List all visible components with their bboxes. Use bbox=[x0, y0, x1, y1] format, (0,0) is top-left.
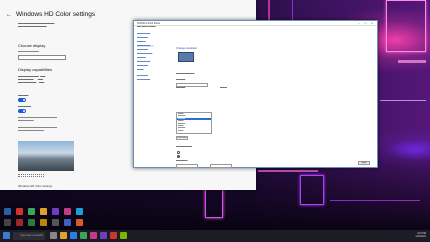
stream-hdr-label: ▬▬▬▬▬ bbox=[18, 105, 31, 108]
tree-item[interactable]: ▬▬▬▬▬▬ bbox=[137, 61, 150, 63]
date-text: 1/22/2021 bbox=[415, 235, 426, 239]
output-format-dropdown[interactable] bbox=[210, 164, 232, 168]
step-label: ▬▬▬▬▬▬▬▬ bbox=[176, 73, 195, 75]
desktop-icon[interactable] bbox=[16, 219, 23, 226]
hdr-info-text: ▬▬▬▬▬▬▬▬▬▬▬▬▬▬▬ ▬▬▬▬▬▬ bbox=[18, 116, 57, 123]
display-capabilities-heading: Display capabilities bbox=[18, 67, 53, 72]
window-controls[interactable]: – □ × bbox=[358, 21, 375, 25]
explorer-icon[interactable] bbox=[60, 232, 67, 239]
brightness-slider[interactable] bbox=[18, 174, 44, 177]
tree-item[interactable]: ▬▬▬ bbox=[137, 69, 144, 71]
tree-item[interactable]: ▬▬▬▬▬ bbox=[137, 37, 148, 39]
desktop-icon[interactable] bbox=[76, 219, 83, 226]
refresh-value: ▬▬▬ bbox=[220, 87, 227, 89]
tree-item[interactable]: ▬▬▬▬ bbox=[137, 57, 146, 59]
desktop-icon[interactable] bbox=[40, 208, 47, 215]
control-panel-window: NVIDIA Control Panel – □ × ▬▬ ▬▬▬ ▬▬▬ ▬▬… bbox=[133, 20, 378, 168]
color-depth-label: ▬▬▬▬▬ bbox=[176, 160, 188, 162]
sidebar-tree: ▬▬▬▬▬▬ ▬▬▬▬▬ ▬▬▬▬ ▬▬▬▬▬▬ ▬▬▬▬▬ ▬▬▬▬▬▬▬ ▬… bbox=[137, 33, 169, 161]
footer-link[interactable]: Windows HD Color settings bbox=[18, 184, 52, 188]
desktop-icons bbox=[4, 188, 90, 230]
tree-item[interactable]: ▬▬▬▬▬ bbox=[137, 75, 148, 77]
menu-bar[interactable]: ▬▬ ▬▬▬ ▬▬▬ bbox=[134, 26, 377, 30]
refresh-label: ▬▬▬▬ bbox=[176, 87, 186, 89]
hdr-toggle[interactable] bbox=[18, 98, 26, 102]
choose-display-heading: Choose display bbox=[18, 43, 46, 48]
color-settings-label: ▬▬▬▬▬▬▬ bbox=[176, 146, 193, 148]
desktop-icon[interactable] bbox=[64, 208, 71, 215]
desktop-icon[interactable] bbox=[28, 219, 35, 226]
nvidia-icon[interactable] bbox=[120, 232, 127, 239]
back-arrow-icon[interactable]: ← bbox=[6, 12, 12, 18]
hdr-label: ▬▬▬▬ bbox=[18, 94, 29, 97]
desktop-icon[interactable] bbox=[4, 208, 11, 215]
clock[interactable]: 4:16 PM 1/22/2021 bbox=[415, 232, 426, 238]
customize-button[interactable]: Customize... bbox=[176, 136, 188, 140]
section-heading: Change resolution bbox=[176, 47, 198, 50]
app-icon[interactable] bbox=[110, 232, 117, 239]
taskview-icon[interactable] bbox=[50, 232, 57, 239]
tree-item[interactable]: ▬▬▬▬ bbox=[137, 41, 146, 43]
desktop-icon[interactable] bbox=[4, 219, 11, 226]
apply-button[interactable]: Apply bbox=[358, 161, 370, 165]
tree-item[interactable]: ▬▬▬▬▬▬▬ bbox=[137, 53, 152, 55]
app-icon[interactable] bbox=[100, 232, 107, 239]
nvidia-color-radio[interactable] bbox=[177, 155, 180, 158]
desktop-icon[interactable] bbox=[28, 208, 35, 215]
start-icon[interactable] bbox=[3, 232, 10, 239]
desktop-icon[interactable] bbox=[52, 219, 59, 226]
taskbar: Type here to search 4:16 PM 1/22/2021 bbox=[0, 230, 430, 242]
default-color-radio[interactable] bbox=[177, 151, 180, 154]
tree-item[interactable]: ▬▬▬▬▬▬ bbox=[137, 33, 150, 35]
stream-hdr-toggle[interactable] bbox=[18, 109, 26, 113]
app-icon[interactable] bbox=[90, 232, 97, 239]
capability-rows: ▬▬▬▬▬▬▬▬ ▬▬ ▬▬▬▬▬▬ ▬▬ ▬▬▬▬▬▬▬ ▬▬ bbox=[18, 75, 46, 85]
tree-item[interactable]: ▬▬▬▬▬ bbox=[137, 65, 148, 67]
color-depth-dropdown[interactable] bbox=[176, 164, 198, 168]
app-icon[interactable] bbox=[80, 232, 87, 239]
desktop-icon[interactable] bbox=[64, 219, 71, 226]
tree-item[interactable]: ▬▬▬▬▬▬ bbox=[137, 79, 150, 81]
resolution-label: ▬▬▬▬ bbox=[176, 79, 186, 81]
desktop-icon[interactable] bbox=[52, 208, 59, 215]
edge-icon[interactable] bbox=[70, 232, 77, 239]
page-title: Windows HD Color settings bbox=[16, 11, 96, 18]
tree-item-selected[interactable]: ▬▬▬▬▬▬ bbox=[137, 45, 155, 47]
desktop-icon[interactable] bbox=[76, 208, 83, 215]
display-select[interactable] bbox=[18, 55, 66, 60]
monitor-icon[interactable] bbox=[178, 52, 194, 62]
search-input[interactable]: Type here to search bbox=[13, 232, 45, 240]
desktop-icon[interactable] bbox=[40, 219, 47, 226]
choose-display-hint: ▬▬▬▬▬▬▬▬ bbox=[18, 50, 39, 53]
hdr-preview-image bbox=[18, 141, 74, 171]
description-text: ▬▬▬▬▬▬▬▬▬▬▬▬▬▬ ▬▬▬▬▬▬▬▬▬▬▬ bbox=[18, 22, 55, 29]
tree-item[interactable]: ▬▬▬▬▬ bbox=[137, 49, 148, 51]
hdr-brightness-text: ▬▬▬▬▬▬▬▬▬▬▬▬▬▬▬ ▬▬▬▬▬▬▬▬▬▬ bbox=[18, 126, 57, 133]
list-item[interactable]: ▬▬▬ bbox=[177, 130, 211, 132]
resolution-list[interactable]: ▬▬▬ ▬▬▬▬ ▬▬▬▬ ▬▬▬ ▬▬▬▬ ▬▬▬ ▬▬▬▬ ▬▬▬ bbox=[176, 112, 212, 134]
desktop-icon[interactable] bbox=[16, 208, 23, 215]
